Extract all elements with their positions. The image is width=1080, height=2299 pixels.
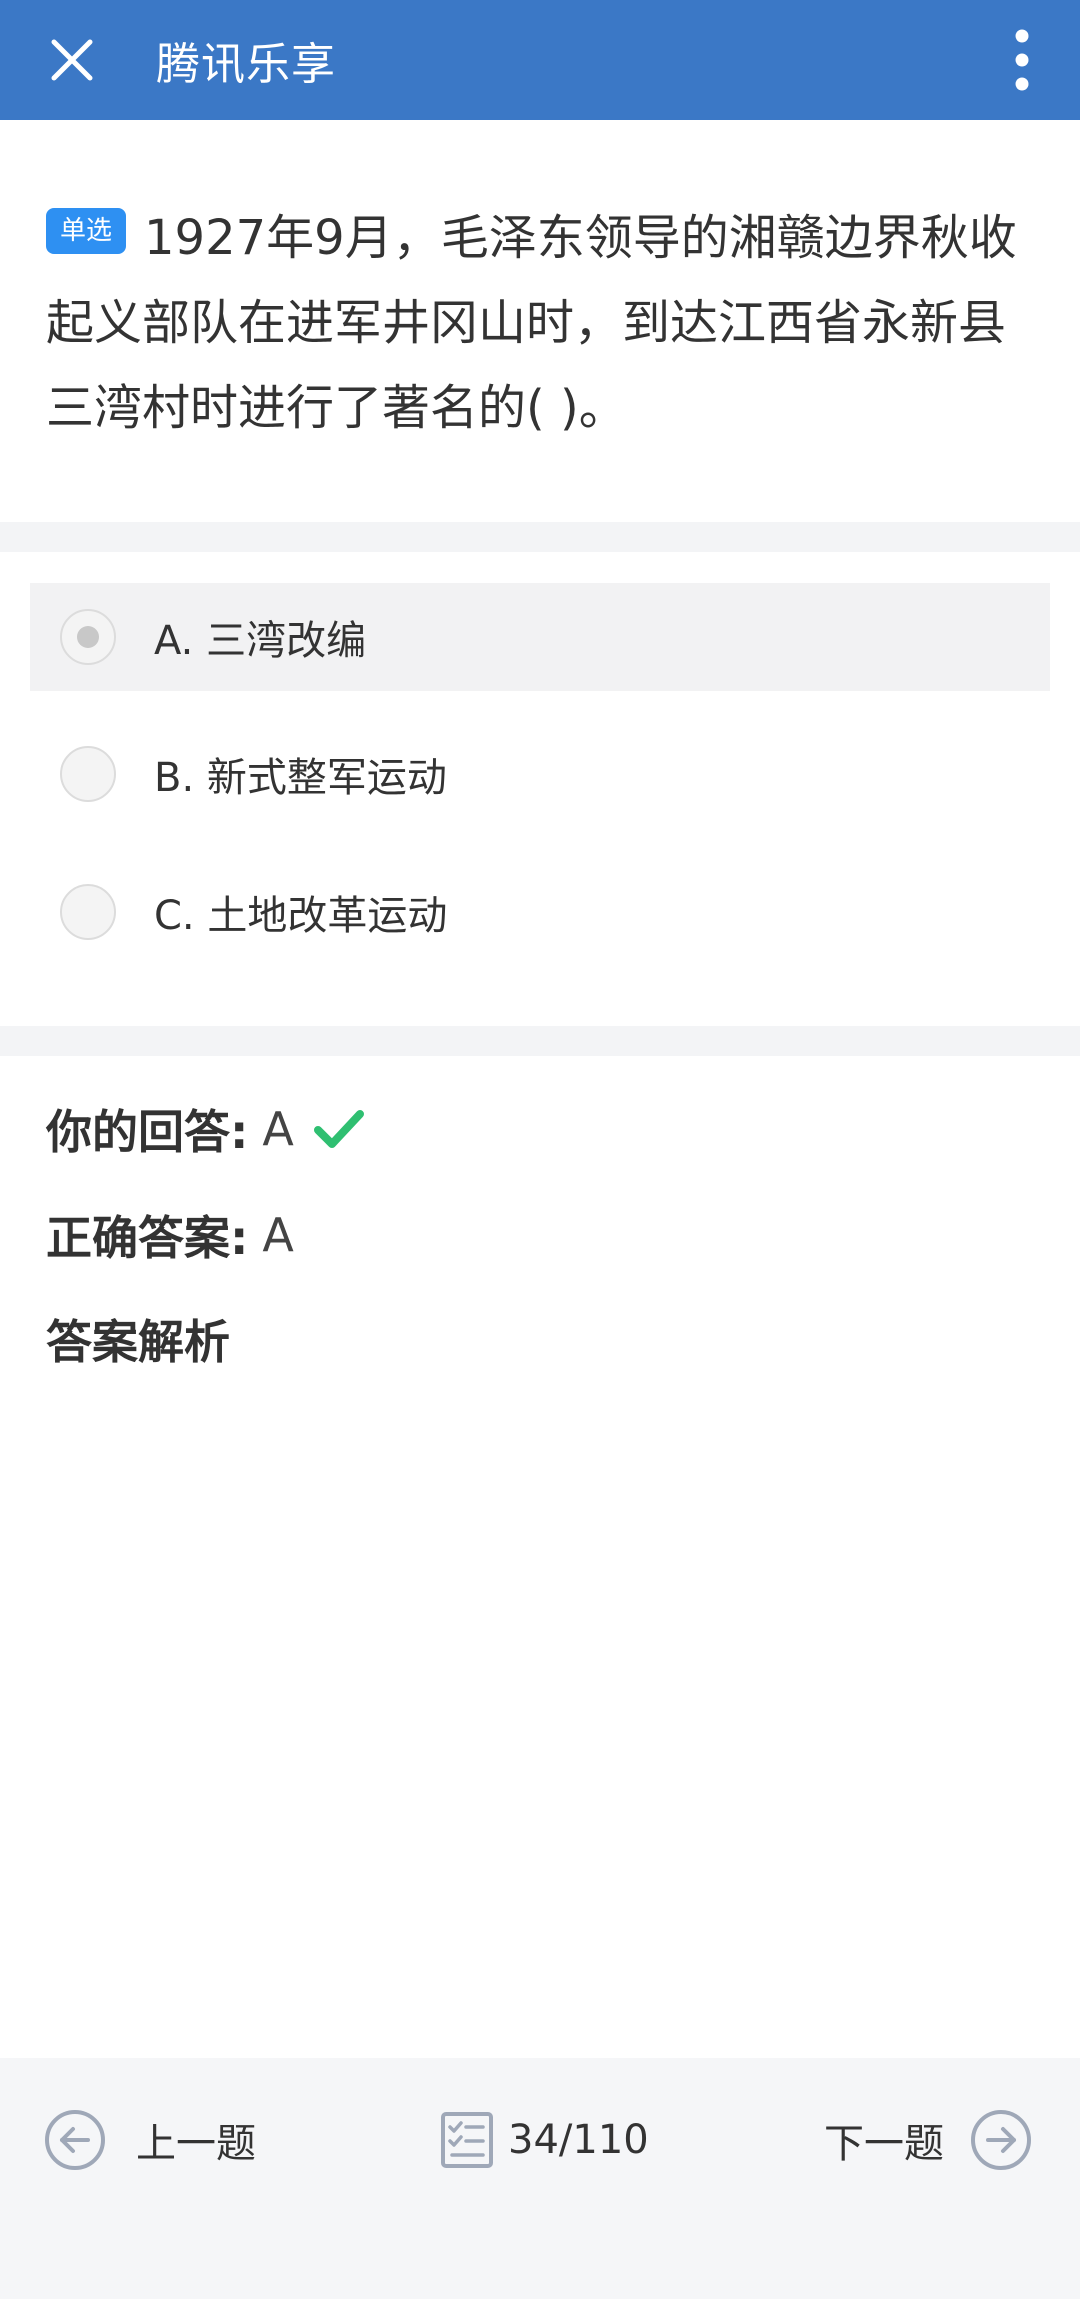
question: 单选 1927年9月，毛泽东领导的湘赣边界秋收起义部队在进军井冈山时，到达江西省永…	[46, 196, 1036, 451]
question-progress: 34/110	[508, 2117, 649, 2163]
check-icon	[313, 1110, 364, 1148]
question-type-badge: 单选	[46, 208, 127, 254]
option-b[interactable]: B. 新式整军运动	[30, 720, 1050, 828]
next-question-label: 下一题	[824, 2121, 944, 2167]
option-b-label: B. 新式整军运动	[154, 755, 447, 801]
correct-answer-label: 正确答案:	[46, 1211, 249, 1265]
more-button[interactable]	[992, 18, 1052, 102]
app-title: 腾讯乐享	[156, 39, 336, 90]
more-vertical-icon	[1015, 29, 1029, 91]
arrow-right-circle-icon	[971, 2110, 1031, 2170]
question-list-button[interactable]: 34/110	[440, 2108, 649, 2172]
option-c-radio[interactable]	[60, 884, 116, 940]
your-answer: 你的回答: A	[46, 1096, 366, 1162]
prev-question-button[interactable]: 上一题	[44, 2108, 256, 2172]
divider	[0, 522, 1080, 552]
your-answer-label: 你的回答:	[46, 1105, 249, 1159]
option-a[interactable]: A. 三湾改编	[30, 583, 1050, 691]
answer-analysis-label: 答案解析	[46, 1315, 230, 1369]
option-c-label: C. 土地改革运动	[154, 893, 448, 939]
correct-answer: 正确答案: A	[46, 1202, 294, 1268]
bottom-bar	[0, 2058, 1080, 2299]
answer-analysis: 答案解析	[46, 1306, 230, 1372]
quiz-page: 腾讯乐享 单选 1927年9月，毛泽东领导的湘赣边界秋收起义部队在进军井冈山时，到…	[0, 0, 1080, 2299]
option-b-radio[interactable]	[60, 746, 116, 802]
option-a-label: A. 三湾改编	[154, 618, 367, 664]
app-bar: 腾讯乐享	[0, 0, 1080, 120]
arrow-left-circle-icon	[45, 2110, 105, 2170]
your-answer-value: A	[262, 1102, 294, 1156]
correct-answer-value: A	[262, 1208, 294, 1262]
question-text: 1927年9月，毛泽东领导的湘赣边界秋收起义部队在进军井冈山时，到达江西省永新县…	[46, 210, 1017, 436]
divider	[0, 1026, 1080, 1056]
option-a-radio[interactable]	[60, 609, 116, 665]
close-icon	[51, 39, 93, 81]
next-question-button[interactable]: 下一题	[824, 2108, 1032, 2172]
prev-question-label: 上一题	[136, 2121, 256, 2167]
close-button[interactable]	[36, 24, 108, 96]
option-c[interactable]: C. 土地改革运动	[30, 858, 1050, 966]
radio-selected-dot	[77, 626, 99, 648]
question-list-icon	[441, 2112, 493, 2168]
